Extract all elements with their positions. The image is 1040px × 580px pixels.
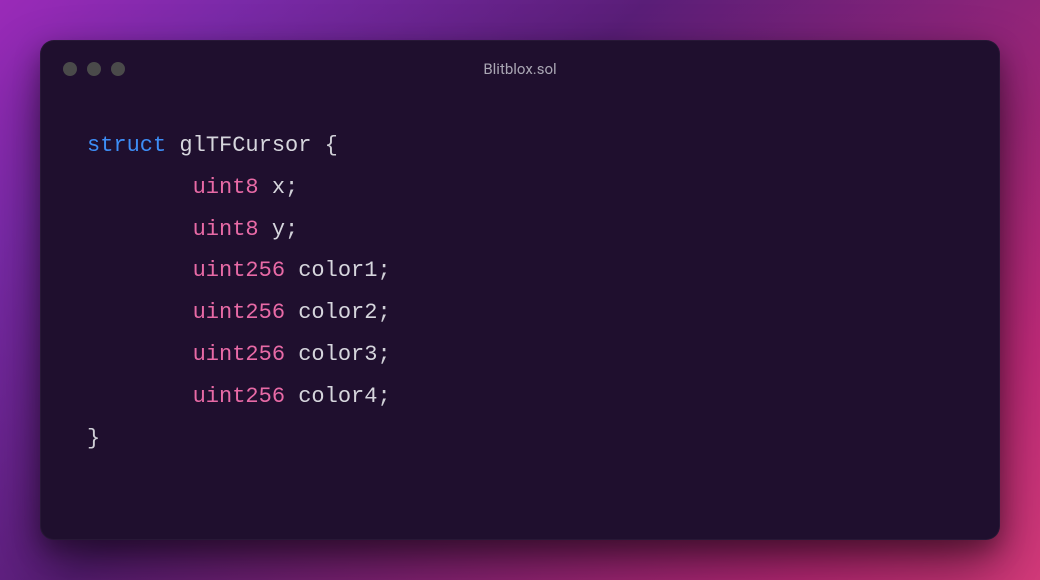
field-type: uint256 [193,342,285,367]
field-name: color4 [298,384,377,409]
window-title: Blitblox.sol [41,60,999,78]
field-type: uint8 [193,217,259,242]
traffic-light-close-icon[interactable] [63,62,77,76]
brace-open: { [325,133,338,158]
field-type: uint256 [193,300,285,325]
semicolon: ; [377,300,390,325]
semicolon: ; [285,175,298,200]
field-name: y [272,217,285,242]
field-type: uint256 [193,384,285,409]
field-name: color1 [298,258,377,283]
keyword-struct: struct [87,133,166,158]
field-type: uint8 [193,175,259,200]
struct-name: glTFCursor [179,133,311,158]
traffic-light-minimize-icon[interactable] [87,62,101,76]
traffic-lights [63,62,125,76]
semicolon: ; [285,217,298,242]
traffic-light-zoom-icon[interactable] [111,62,125,76]
code-area: struct glTFCursor { uint8 x; uint8 y; ui… [41,97,999,539]
field-name: color2 [298,300,377,325]
field-name: x [272,175,285,200]
semicolon: ; [377,258,390,283]
code-block: struct glTFCursor { uint8 x; uint8 y; ui… [87,125,953,459]
semicolon: ; [377,342,390,367]
window-titlebar: Blitblox.sol [41,41,999,97]
brace-close: } [87,426,100,451]
code-window: Blitblox.sol struct glTFCursor { uint8 x… [40,40,1000,540]
semicolon: ; [377,384,390,409]
field-name: color3 [298,342,377,367]
field-type: uint256 [193,258,285,283]
